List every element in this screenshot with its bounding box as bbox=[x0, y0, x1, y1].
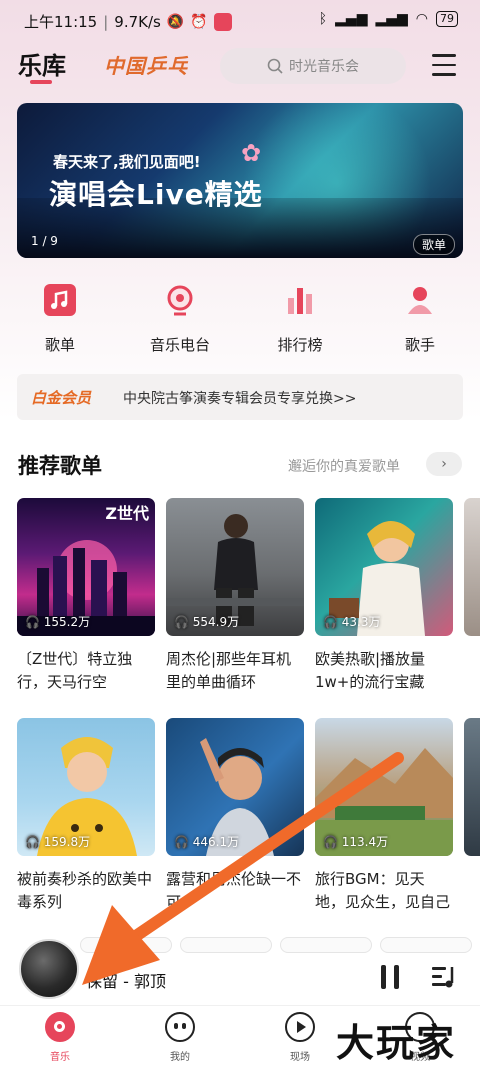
nav-playlist[interactable]: 歌单 bbox=[15, 282, 105, 355]
album-art[interactable] bbox=[19, 939, 79, 999]
battery-icon: 79 bbox=[436, 11, 458, 27]
nav-label: 排行榜 bbox=[277, 336, 323, 354]
play-count: 🎧 43.3万 bbox=[323, 615, 381, 629]
playlist-name: 旅行BGM：见天地，见众生，见自己 bbox=[315, 870, 451, 911]
menu-icon[interactable] bbox=[432, 54, 456, 76]
nav-radio[interactable]: 音乐电台 bbox=[135, 282, 225, 355]
playlist-cover: 🎧 446.1万 bbox=[166, 718, 304, 856]
playlist-card-partial[interactable] bbox=[464, 718, 480, 856]
search-icon bbox=[267, 58, 283, 74]
nav-label: 歌手 bbox=[404, 336, 435, 354]
playlist-card[interactable]: Z世代 🎧 155.2万 〔Z世代〕特立独行，天马行空 bbox=[17, 498, 155, 694]
playlist-card[interactable]: 🎧 43.3万 欧美热歌|播放量1w+的流行宝藏 bbox=[315, 498, 453, 694]
nav-label: 歌单 bbox=[44, 336, 75, 354]
header: 乐库 中国乒乓 时光音乐会 bbox=[0, 40, 480, 100]
nav-singer[interactable]: 歌手 bbox=[375, 282, 465, 355]
status-bar: 上午11:15 | 9.7K/s 🔕 ⏰ ᛒ ▂▄▆ ▂▄▆ ◠ 79 bbox=[0, 0, 480, 40]
banner-pager: 1 / 9 bbox=[31, 234, 58, 248]
section-more-link[interactable]: 邂逅你的真爱歌单 bbox=[288, 456, 400, 476]
page-title[interactable]: 乐库 bbox=[18, 46, 66, 81]
tab-label: 音乐 bbox=[50, 1052, 70, 1063]
pause-icon[interactable] bbox=[381, 965, 401, 989]
vip-tag: 白金会员 bbox=[31, 389, 92, 407]
playlist-cover: 🎧 554.9万 bbox=[166, 498, 304, 636]
playlist-name: 被前奏秒杀的欧美中毒系列 bbox=[17, 870, 153, 911]
playlist-name: 欧美热歌|播放量1w+的流行宝藏 bbox=[315, 650, 426, 691]
play-count: 🎧 446.1万 bbox=[174, 835, 240, 849]
play-count: 🎧 113.4万 bbox=[323, 835, 389, 849]
mini-player[interactable]: 保留 - 郭顶 bbox=[0, 935, 480, 1005]
music-disc-icon bbox=[45, 1012, 75, 1042]
playlist-card[interactable]: 🎧 159.8万 被前奏秒杀的欧美中毒系列 bbox=[17, 718, 155, 914]
nav-charts[interactable]: 排行榜 bbox=[255, 282, 345, 355]
play-count: 🎧 155.2万 bbox=[25, 615, 91, 629]
vip-banner[interactable]: 白金会员 中央院古筝演奏专辑会员专享兑换>> bbox=[17, 374, 463, 420]
playlist-card[interactable]: 🎧 113.4万 旅行BGM：见天地，见众生，见自己 bbox=[315, 718, 453, 914]
chevron-right-icon[interactable]: › bbox=[426, 452, 462, 476]
signal-icon: ▂▄▆ bbox=[335, 11, 368, 27]
status-time: 上午11:15 bbox=[24, 13, 98, 31]
wifi-icon: ◠ bbox=[415, 11, 428, 27]
playlist-card[interactable]: 🎧 446.1万 露营和周杰伦缺一不可 bbox=[166, 718, 304, 914]
chip-row bbox=[80, 937, 480, 953]
playlist-name: 周杰伦|那些年耳机里的单曲循环 bbox=[166, 650, 292, 691]
title-underline bbox=[30, 80, 52, 84]
banner-tag: 歌单 bbox=[412, 234, 455, 255]
bluetooth-icon: ᛒ bbox=[318, 11, 328, 27]
search-input[interactable]: 时光音乐会 bbox=[220, 48, 406, 84]
tab-mine[interactable]: 我的 bbox=[140, 1012, 220, 1063]
promo-logo[interactable]: 中国乒乓 bbox=[104, 50, 188, 79]
playlist-cover: 🎧 43.3万 bbox=[315, 498, 453, 636]
nav-label: 音乐电台 bbox=[149, 336, 210, 354]
playlist-name: 露营和周杰伦缺一不可 bbox=[166, 870, 302, 911]
queue-icon[interactable] bbox=[432, 965, 458, 989]
playlist-cover: Z世代 🎧 155.2万 bbox=[17, 498, 155, 636]
playlist-cover bbox=[464, 498, 480, 636]
playlist-name: 〔Z世代〕特立独行，天马行空 bbox=[17, 650, 133, 691]
search-placeholder: 时光音乐会 bbox=[289, 59, 359, 75]
alarm-icon: ⏰ bbox=[190, 13, 208, 30]
section-title: 推荐歌单 bbox=[18, 454, 102, 478]
cover-tag: Z世代 bbox=[105, 504, 149, 523]
category-nav: 歌单 音乐电台 排行榜 歌手 bbox=[0, 282, 480, 362]
playlist-cover bbox=[464, 718, 480, 856]
mute-bell-icon: 🔕 bbox=[166, 13, 185, 30]
radio-icon bbox=[164, 284, 196, 316]
song-title[interactable]: 保留 - 郭顶 bbox=[86, 968, 166, 992]
banner-carousel[interactable]: 春天来了,我们见面吧! ✿ 演唱会Live精选 1 / 9 歌单 bbox=[17, 103, 463, 258]
play-icon bbox=[285, 1012, 315, 1042]
signal-2-icon: ▂▄▆ bbox=[375, 11, 408, 27]
play-count: 🎧 554.9万 bbox=[174, 615, 240, 629]
playlist-icon bbox=[44, 284, 76, 316]
tab-label: 现场 bbox=[290, 1052, 310, 1063]
face-icon bbox=[165, 1012, 195, 1042]
playlist-card[interactable]: 🎧 554.9万 周杰伦|那些年耳机里的单曲循环 bbox=[166, 498, 304, 694]
tab-label: 我的 bbox=[170, 1052, 190, 1063]
playlist-cover: 🎧 113.4万 bbox=[315, 718, 453, 856]
vip-text: 中央院古筝演奏专辑会员专享兑换>> bbox=[123, 391, 357, 407]
playlist-card-partial[interactable] bbox=[464, 498, 480, 636]
app-notification-icon bbox=[213, 12, 232, 31]
tab-live[interactable]: 现场 bbox=[260, 1012, 340, 1063]
playlist-cover: 🎧 159.8万 bbox=[17, 718, 155, 856]
watermark: 大玩家 bbox=[336, 1021, 457, 1065]
tab-music[interactable]: 音乐 bbox=[20, 1012, 100, 1063]
play-count: 🎧 159.8万 bbox=[25, 835, 91, 849]
banner-line1: 春天来了,我们见面吧! bbox=[53, 153, 201, 171]
flower-icon: ✿ bbox=[241, 139, 262, 167]
banner-line2: 演唱会Live精选 bbox=[49, 178, 263, 211]
chart-icon bbox=[284, 284, 316, 316]
singer-icon bbox=[404, 284, 436, 316]
network-speed: 9.7K/s bbox=[114, 12, 161, 31]
